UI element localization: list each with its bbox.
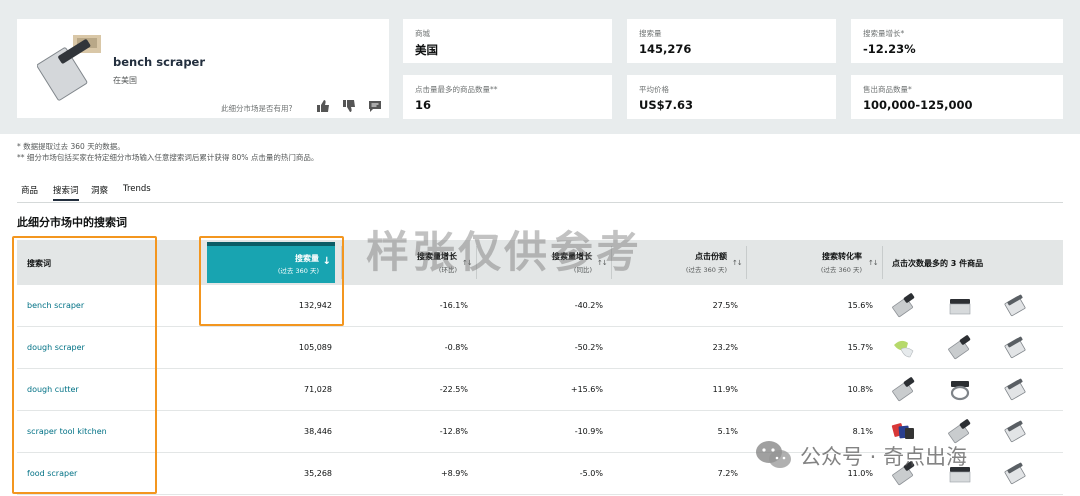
footnote: * 数据提取过去 360 天的数据。 bbox=[17, 142, 125, 151]
stat-average-price: 平均价格 US$7.63 bbox=[627, 75, 836, 119]
click-share-value: 23.2% bbox=[712, 343, 738, 352]
highlight-search-volume bbox=[199, 236, 344, 326]
conversion-value: 15.7% bbox=[847, 343, 873, 352]
search-volume-value: 38,446 bbox=[304, 427, 332, 436]
tab-products[interactable]: 商品 bbox=[21, 184, 38, 196]
sort-icon[interactable]: ↑↓ bbox=[868, 259, 879, 267]
product-thumbnail[interactable] bbox=[891, 377, 917, 403]
stat-marketplace: 商城 美国 bbox=[403, 19, 612, 63]
product-thumbnail[interactable] bbox=[891, 335, 917, 361]
tab-search-terms[interactable]: 搜索词 bbox=[53, 184, 79, 201]
niche-summary-panel: bench scraper 在美国 此细分市场是否有用? 商城 美国 搜索量 1… bbox=[0, 0, 1080, 134]
watermark: 样张仅供参考 bbox=[366, 228, 642, 278]
conversion-value: 10.8% bbox=[847, 385, 873, 394]
click-share-value: 27.5% bbox=[712, 301, 738, 310]
product-thumbnail[interactable] bbox=[947, 335, 973, 361]
product-thumbnail[interactable] bbox=[1002, 293, 1028, 319]
stat-search-growth: 搜索量增长* -12.23% bbox=[851, 19, 1063, 63]
sort-icon[interactable]: ↑↓ bbox=[732, 259, 743, 267]
wechat-account-badge: 公众号 · 奇点出海 bbox=[754, 439, 967, 471]
search-volume-value: 71,028 bbox=[304, 385, 332, 394]
table-row: dough scraper 105,089 -0.8% -50.2% 23.2%… bbox=[17, 327, 1063, 369]
wechat-icon bbox=[756, 441, 791, 468]
product-location: 在美国 bbox=[113, 76, 137, 85]
footnotes: * 数据提取过去 360 天的数据。 ** 细分市场包括买家在特定细分市场输入任… bbox=[17, 141, 318, 163]
click-share-value: 5.1% bbox=[717, 427, 738, 436]
header-top-products: 点击次数最多的 3 件商品 bbox=[892, 259, 984, 268]
header-conversion-rate[interactable]: 搜索转化率 (过去 360 天) bbox=[792, 251, 862, 274]
product-thumbnail[interactable] bbox=[1002, 377, 1028, 403]
growth-qoq-value: -0.8% bbox=[444, 343, 468, 352]
product-thumbnail[interactable] bbox=[1002, 419, 1028, 445]
feedback-question: 此细分市场是否有用? bbox=[221, 104, 293, 113]
footnote: ** 细分市场包括买家在特定细分市场输入任意搜索词后累计获得 80% 点击量的热… bbox=[17, 153, 319, 162]
product-thumbnail[interactable] bbox=[1002, 461, 1028, 487]
growth-qoq-value: -12.8% bbox=[439, 427, 468, 436]
highlight-search-term-column bbox=[12, 236, 157, 494]
wechat-account-label: 公众号 · 奇点出海 bbox=[800, 445, 968, 469]
click-share-value: 7.2% bbox=[717, 469, 738, 478]
product-name: bench scraper bbox=[113, 55, 206, 69]
growth-yoy-value: +15.6% bbox=[570, 385, 603, 394]
header-click-share[interactable]: 点击份额 (过去 360 天) bbox=[657, 251, 727, 274]
product-thumbnail[interactable] bbox=[1002, 335, 1028, 361]
growth-yoy-value: -10.9% bbox=[574, 427, 603, 436]
conversion-value: 15.6% bbox=[847, 301, 873, 310]
product-thumbnail[interactable] bbox=[947, 293, 973, 319]
thumbs-up-icon[interactable] bbox=[316, 99, 330, 113]
product-thumbnail[interactable] bbox=[891, 293, 917, 319]
growth-yoy-value: -50.2% bbox=[574, 343, 603, 352]
click-share-value: 11.9% bbox=[712, 385, 738, 394]
search-volume-value: 35,268 bbox=[304, 469, 332, 478]
table-row: bench scraper 132,942 -16.1% -40.2% 27.5… bbox=[17, 285, 1063, 327]
stat-top-clicked-count: 点击量最多的商品数量** 16 bbox=[403, 75, 612, 119]
search-volume-value: 105,089 bbox=[298, 343, 332, 352]
product-card: bench scraper 在美国 此细分市场是否有用? bbox=[17, 19, 389, 118]
tab-trends[interactable]: Trends bbox=[123, 184, 151, 194]
thumbs-down-icon[interactable] bbox=[342, 99, 356, 113]
comment-icon[interactable] bbox=[368, 99, 382, 113]
growth-qoq-value: -16.1% bbox=[439, 301, 468, 310]
stat-units-sold: 售出商品数量* 100,000-125,000 bbox=[851, 75, 1063, 119]
section-title: 此细分市场中的搜索词 bbox=[17, 216, 127, 229]
growth-yoy-value: -5.0% bbox=[579, 469, 603, 478]
table-row: dough cutter 71,028 -22.5% +15.6% 11.9% … bbox=[17, 369, 1063, 411]
tab-insights[interactable]: 洞察 bbox=[91, 184, 108, 196]
product-image bbox=[37, 35, 101, 101]
stat-search-volume: 搜索量 145,276 bbox=[627, 19, 836, 63]
tab-divider bbox=[17, 202, 1063, 203]
growth-yoy-value: -40.2% bbox=[574, 301, 603, 310]
growth-qoq-value: +8.9% bbox=[440, 469, 468, 478]
growth-qoq-value: -22.5% bbox=[439, 385, 468, 394]
conversion-value: 8.1% bbox=[852, 427, 873, 436]
product-thumbnail[interactable] bbox=[947, 377, 973, 403]
